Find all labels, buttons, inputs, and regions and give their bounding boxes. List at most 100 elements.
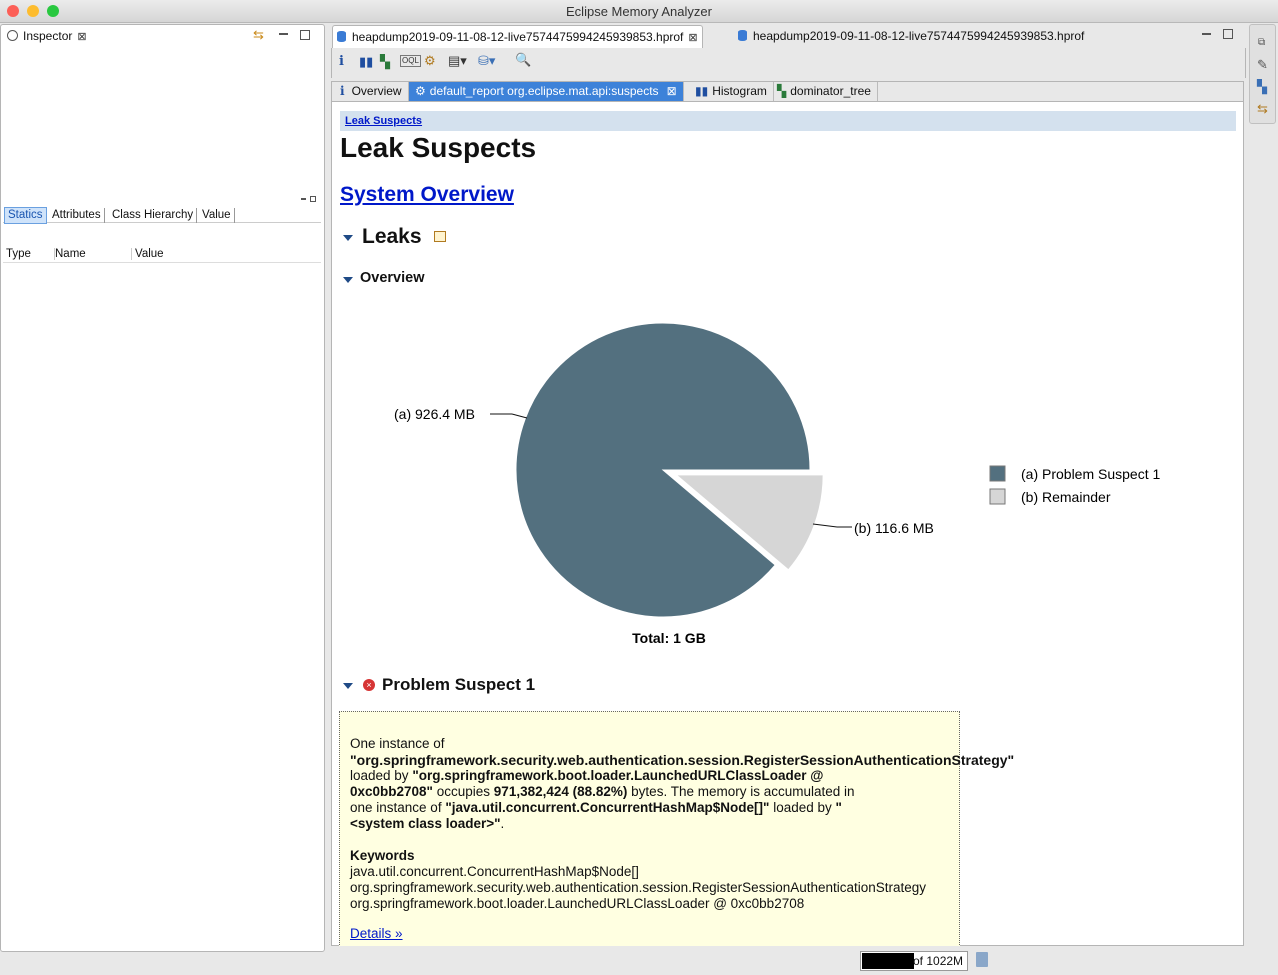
editor-tab-label: heapdump2019-09-11-08-12-live75744759942… [352, 30, 684, 44]
legend-label: (a) Problem Suspect 1 [1021, 466, 1160, 482]
page-title: Leak Suspects [340, 132, 537, 163]
oql-icon[interactable]: OQL [400, 55, 421, 67]
overview-heading: Overview [360, 270, 425, 286]
trim-stack: ⧉ ✎ ▚ ⇆ [1249, 24, 1276, 124]
column-value[interactable]: Value [135, 248, 164, 260]
divider [3, 262, 321, 263]
database-icon [738, 30, 747, 41]
legend-label: (b) Remainder [1021, 489, 1111, 505]
tab-histogram-label: Histogram [712, 84, 767, 98]
report-icon: ⚙ [415, 84, 426, 98]
maximize-icon[interactable] [300, 30, 310, 40]
system-classloader-quote: " [835, 800, 842, 815]
tab-suspects-report[interactable]: ⚙ default_report org.eclipse.mat.api:susp… [409, 82, 684, 101]
status-bar: of 1022M [328, 946, 1268, 975]
pie-chart: (a) 926.4 MB (b) 116.6 MB Total: 1 GB (a) P… [394, 322, 1160, 646]
desc-text: loaded by [350, 768, 409, 783]
desc-text: occupies [436, 784, 491, 799]
system-classloader: <system class loader>" [350, 816, 501, 831]
dominator-tree-icon: ▚ [777, 84, 787, 98]
compare-icon[interactable]: ⇆ [1257, 101, 1268, 117]
collapse-toggle-icon[interactable] [343, 277, 353, 283]
keyword-item: org.springframework.security.web.authent… [350, 880, 927, 895]
collapse-toggle-icon[interactable] [343, 235, 353, 241]
retained-bytes: 971,382,424 (88.82%) [493, 784, 628, 799]
notes-icon[interactable]: ✎ [1257, 57, 1268, 73]
system-overview-link[interactable]: System Overview [340, 183, 514, 207]
keyword-item: org.springframework.boot.loader.Launched… [350, 896, 805, 911]
navigator-icon[interactable]: ▚ [1257, 79, 1267, 95]
histogram-icon: ▮▮ [695, 84, 709, 98]
subtab-class-hierarchy[interactable]: Class Hierarchy [112, 208, 198, 223]
inspector-panel: Inspector ⊠ ⇆ Statics Attributes Class Hi… [0, 24, 325, 952]
restore-icon[interactable]: ⧉ [1258, 35, 1265, 51]
heap-usage-bar [862, 953, 914, 969]
suspect-class-name: "org.springframework.security.web.authen… [350, 752, 1015, 768]
leader-line-b [812, 523, 838, 528]
trash-icon[interactable] [976, 952, 988, 967]
desc-text: One instance of [350, 736, 445, 751]
pie-label-b: (b) 116.6 MB [854, 520, 934, 536]
breadcrumb-link[interactable]: Leak Suspects [345, 115, 422, 127]
accumulation-class: "java.util.concurrent.ConcurrentHashMap$… [445, 800, 770, 815]
settings-gear-icon[interactable]: ⚙ [424, 53, 436, 69]
desc-text: one instance of [350, 800, 442, 815]
info-icon: i [340, 84, 345, 98]
inspector-tab-label: Inspector [23, 29, 73, 43]
subtab-attributes[interactable]: Attributes [52, 208, 105, 223]
legend-swatch [989, 488, 1006, 505]
subtab-value[interactable]: Value [202, 208, 235, 223]
heap-status-text: of 1022M [913, 954, 964, 968]
minimize-icon[interactable] [301, 198, 306, 200]
tab-overview[interactable]: i Overview [333, 82, 409, 101]
database-icon [337, 31, 346, 42]
search-icon[interactable]: 🔍 [515, 52, 531, 68]
inspector-tab[interactable]: Inspector ⊠ [3, 26, 91, 46]
close-icon[interactable]: ⊠ [77, 31, 86, 43]
maximize-icon[interactable] [310, 196, 316, 202]
pie-slice-a [515, 322, 811, 618]
run-report-icon[interactable]: ⛁▾ [478, 53, 495, 69]
keywords-heading: Keywords [350, 848, 415, 863]
histogram-icon[interactable]: ▮▮ [359, 54, 373, 70]
inspector-subtab-bar: Statics Attributes Class Hierarchy Value [3, 196, 321, 224]
tab-histogram[interactable]: ▮▮ Histogram [689, 82, 774, 101]
pie-total-label: Total: 1 GB [632, 630, 706, 646]
collapse-toggle-icon[interactable] [343, 683, 353, 689]
window-title: Eclipse Memory Analyzer [566, 4, 712, 19]
legend-swatch [989, 465, 1006, 482]
tab-overview-label: Overview [351, 84, 402, 98]
column-name[interactable]: Name [55, 248, 132, 260]
desc-text: . [500, 816, 505, 831]
toolbar: i ▮▮ ▚ OQL ⚙ ▤▾ ⛁▾ 🔍 [331, 48, 1246, 78]
suspect-description: One instance of "org.springframework.sec… [350, 736, 1110, 942]
tab-suspects-report-label: default_report org.eclipse.mat.api:suspe… [429, 84, 659, 98]
editor-tab-label: heapdump2019-09-11-08-12-live75744759942… [753, 29, 1085, 43]
dominator-tree-icon[interactable]: ▚ [380, 54, 390, 70]
keyword-item: java.util.concurrent.ConcurrentHashMap$N… [350, 864, 639, 879]
minimize-icon[interactable] [279, 33, 288, 35]
tab-dominator-tree[interactable]: ▚ dominator_tree [771, 82, 878, 101]
column-type[interactable]: Type [6, 248, 55, 260]
editor-tab-1[interactable]: heapdump2019-09-11-08-12-live75744759942… [332, 25, 703, 48]
close-icon[interactable]: ⊠ [667, 84, 677, 98]
tab-dominator-tree-label: dominator_tree [790, 84, 871, 98]
pie-label-a: (a) 926.4 MB [394, 406, 475, 422]
details-link[interactable]: Details » [350, 926, 403, 941]
error-icon: × [363, 679, 375, 691]
maximize-icon[interactable] [1223, 29, 1233, 39]
info-icon[interactable]: i [339, 54, 344, 70]
suspect-classloader: "org.springframework.boot.loader.Launche… [412, 768, 824, 783]
subtab-statics[interactable]: Statics [4, 207, 47, 224]
suspect-description-box: One instance of "org.springframework.sec… [339, 711, 1014, 951]
minimize-icon[interactable] [1202, 33, 1211, 35]
inspector-icon [7, 30, 18, 41]
sync-icon[interactable]: ⇆ [253, 27, 264, 43]
query-browser-icon[interactable]: ▤▾ [448, 53, 467, 69]
desc-text: bytes. The memory is accumulated in [631, 784, 855, 799]
editor-tab-2[interactable]: heapdump2019-09-11-08-12-live75744759942… [734, 25, 1088, 47]
close-icon[interactable]: ⊠ [688, 32, 697, 44]
heap-status[interactable]: of 1022M [860, 951, 968, 971]
open-details-icon[interactable] [434, 231, 446, 242]
problem-suspect-heading: Problem Suspect 1 [382, 675, 536, 694]
